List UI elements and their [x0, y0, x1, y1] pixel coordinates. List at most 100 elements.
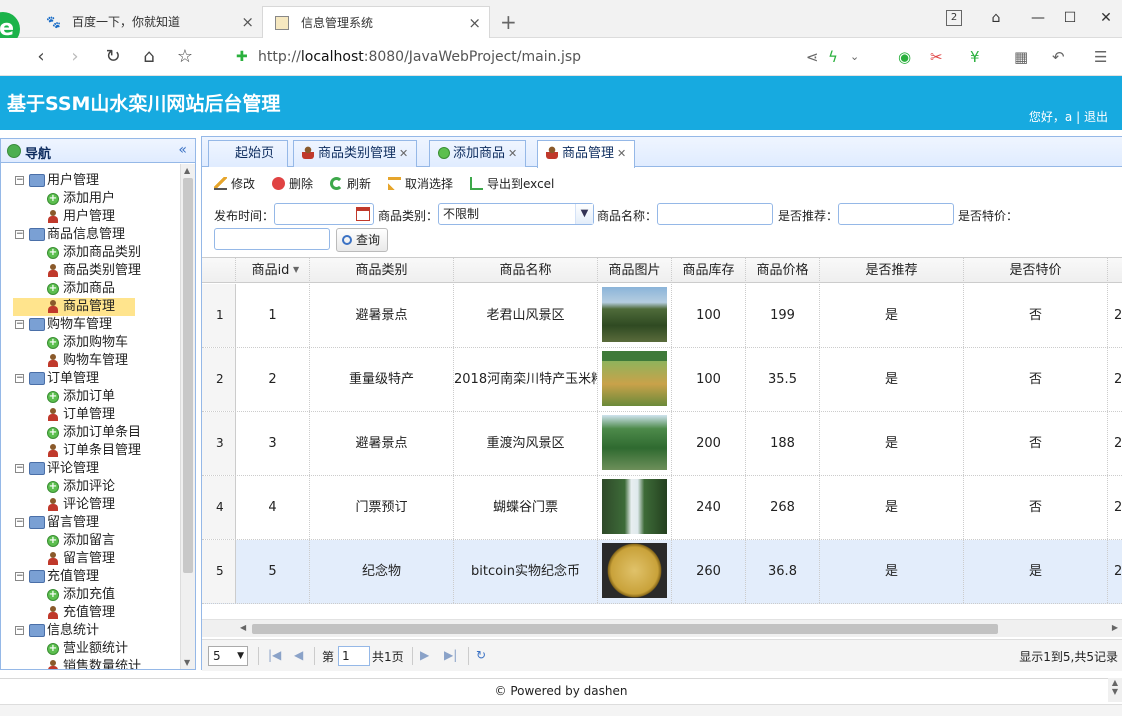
star-icon[interactable]: ☆ — [174, 46, 196, 68]
scroll-up-icon[interactable]: ▲ — [184, 166, 190, 175]
refresh-button[interactable]: 刷新 — [330, 175, 371, 192]
export-button[interactable]: 导出到excel — [470, 175, 554, 192]
collapse-toggle-icon[interactable]: − — [15, 572, 24, 581]
scroll-left-icon[interactable]: ◀ — [240, 623, 246, 632]
category-select[interactable]: 不限制 ▼ — [438, 203, 594, 225]
close-window-button[interactable]: ✕ — [1094, 8, 1118, 28]
add-icon: + — [47, 283, 59, 295]
collapse-toggle-icon[interactable]: − — [15, 626, 24, 635]
column-header[interactable]: 是否推荐 — [820, 258, 964, 283]
maximize-button[interactable]: ☐ — [1058, 8, 1082, 28]
product-thumbnail[interactable] — [602, 287, 667, 342]
url-field[interactable]: ✚ http://localhost:8080/JavaWebProject/m… — [232, 44, 792, 70]
product-thumbnail[interactable] — [602, 479, 667, 534]
table-row[interactable]: 4 4 门票预订 蝴蝶谷门票 240 268 是否 2 — [202, 476, 1122, 540]
chevron-down-icon[interactable]: ⌄ — [850, 47, 859, 67]
tab-product-manage[interactable]: 商品管理 ✕ — [537, 140, 636, 168]
last-page-button[interactable]: ▶| — [444, 648, 457, 662]
table-cell: 纪念物 — [310, 540, 454, 603]
nav-item[interactable]: 商品管理 — [13, 298, 135, 316]
scroll-down-icon[interactable]: ▼ — [184, 658, 190, 667]
back-button[interactable]: ‹ — [30, 46, 52, 68]
query-button[interactable]: 查询 — [336, 228, 388, 252]
home-button[interactable]: ⌂ — [138, 46, 160, 68]
column-header[interactable]: 商品图片 — [598, 258, 672, 283]
collapse-toggle-icon[interactable]: − — [15, 464, 24, 473]
scroll-thumb[interactable] — [183, 178, 193, 573]
tab-label: 商品类别管理 — [318, 146, 397, 161]
calendar-icon[interactable] — [356, 207, 370, 221]
column-header[interactable]: 商品库存 — [672, 258, 746, 283]
table-row[interactable]: 2 2 重量级特产 2018河南栾川特产玉米糁 100 35.5 是否 2 — [202, 348, 1122, 412]
column-header[interactable]: 商品类别 — [310, 258, 454, 283]
menu-icon[interactable]: ☰ — [1094, 47, 1107, 67]
new-tab-button[interactable]: + — [500, 10, 517, 34]
edit-button[interactable]: 修改 — [214, 175, 255, 192]
publish-time-field[interactable] — [274, 203, 374, 225]
undo-icon[interactable]: ↶ — [1052, 47, 1065, 67]
table-row[interactable]: 3 3 避暑景点 重渡沟风景区 200 188 是否 2 — [202, 412, 1122, 476]
table-row[interactable]: 1 1 避暑景点 老君山风景区 100 199 是否 2 — [202, 284, 1122, 348]
minimize-button[interactable]: — — [1026, 8, 1050, 28]
user-icon — [47, 354, 59, 368]
page-scrollbar[interactable]: ▲ ▼ — [1108, 678, 1122, 702]
horizontal-scrollbar[interactable]: ◀ ▶ — [202, 619, 1122, 637]
collapse-icon[interactable]: « — [178, 142, 187, 158]
deselect-button[interactable]: 取消选择 — [388, 175, 453, 192]
wallet-icon[interactable]: ¥ — [970, 47, 980, 67]
close-icon[interactable]: ✕ — [508, 147, 517, 160]
scissors-icon[interactable]: ✂ — [930, 47, 943, 67]
row-number: 3 — [202, 412, 236, 475]
column-header[interactable]: 是否特价 — [964, 258, 1108, 283]
prev-page-button[interactable]: ◀ — [294, 648, 303, 662]
tab-add-product[interactable]: 添加商品 ✕ — [429, 140, 527, 167]
column-header[interactable]: 商品名称 — [454, 258, 598, 283]
delete-button[interactable]: 删除 — [272, 175, 313, 192]
tab-category-manage[interactable]: 商品类别管理 ✕ — [293, 140, 418, 167]
table-row[interactable]: 5 5 纪念物 bitcoin实物纪念币 260 36.8 是是 2 — [202, 540, 1122, 604]
chevron-down-icon[interactable]: ▼ — [575, 204, 593, 224]
shirt-icon[interactable]: ⌂ — [984, 8, 1008, 28]
collapse-toggle-icon[interactable]: − — [15, 320, 24, 329]
recommend-field[interactable] — [838, 203, 954, 225]
reload-button[interactable]: ↻ — [102, 46, 124, 68]
extension-icon[interactable]: ◉ — [898, 47, 911, 67]
collapse-toggle-icon[interactable]: − — [15, 176, 24, 185]
browser-tab-baidu[interactable]: 🐾 百度一下，你就知道 × — [34, 6, 262, 38]
reload-icon[interactable]: ↻ — [476, 648, 486, 662]
special-field[interactable] — [214, 228, 330, 250]
forward-button[interactable]: › — [64, 46, 86, 68]
user-icon — [47, 552, 59, 566]
collapse-toggle-icon[interactable]: − — [15, 518, 24, 527]
lightning-icon[interactable]: ϟ — [828, 47, 838, 67]
close-icon[interactable]: ✕ — [399, 147, 408, 160]
apps-icon[interactable]: ▦ — [1014, 47, 1028, 67]
column-header[interactable] — [1108, 258, 1122, 283]
sort-arrow-icon[interactable]: ▼ — [293, 265, 299, 274]
close-icon[interactable]: × — [241, 6, 254, 38]
tab-count-badge[interactable]: 2 — [946, 10, 962, 26]
collapse-toggle-icon[interactable]: − — [15, 230, 24, 239]
product-thumbnail[interactable] — [602, 415, 667, 470]
column-header[interactable]: 商品价格 — [746, 258, 820, 283]
tab-home[interactable]: 起始页 — [208, 140, 288, 167]
collapse-toggle-icon[interactable]: − — [15, 374, 24, 383]
nav-scrollbar[interactable]: ▲ ▼ — [180, 164, 195, 669]
share-icon[interactable]: ⋖ — [806, 47, 819, 67]
next-page-button[interactable]: ▶ — [420, 648, 429, 662]
browser-tab-system[interactable]: 信息管理系统 × — [262, 6, 490, 38]
product-thumbnail[interactable] — [602, 351, 667, 406]
page-number-input[interactable]: 1 — [338, 646, 370, 666]
close-icon[interactable]: × — [468, 7, 481, 38]
close-icon[interactable]: ✕ — [617, 147, 626, 160]
add-icon — [438, 147, 450, 159]
page-size-select[interactable]: 5 ▼ — [208, 646, 248, 666]
first-page-button[interactable]: |◀ — [268, 648, 281, 662]
scroll-right-icon[interactable]: ▶ — [1112, 623, 1118, 632]
scroll-thumb[interactable] — [252, 624, 998, 634]
product-thumbnail[interactable] — [602, 543, 667, 598]
logout-link[interactable]: 退出 — [1084, 110, 1108, 124]
name-field[interactable] — [657, 203, 773, 225]
special-label: 是否特价： — [958, 209, 1019, 223]
browser-tab-title: 百度一下，你就知道 — [72, 15, 181, 29]
